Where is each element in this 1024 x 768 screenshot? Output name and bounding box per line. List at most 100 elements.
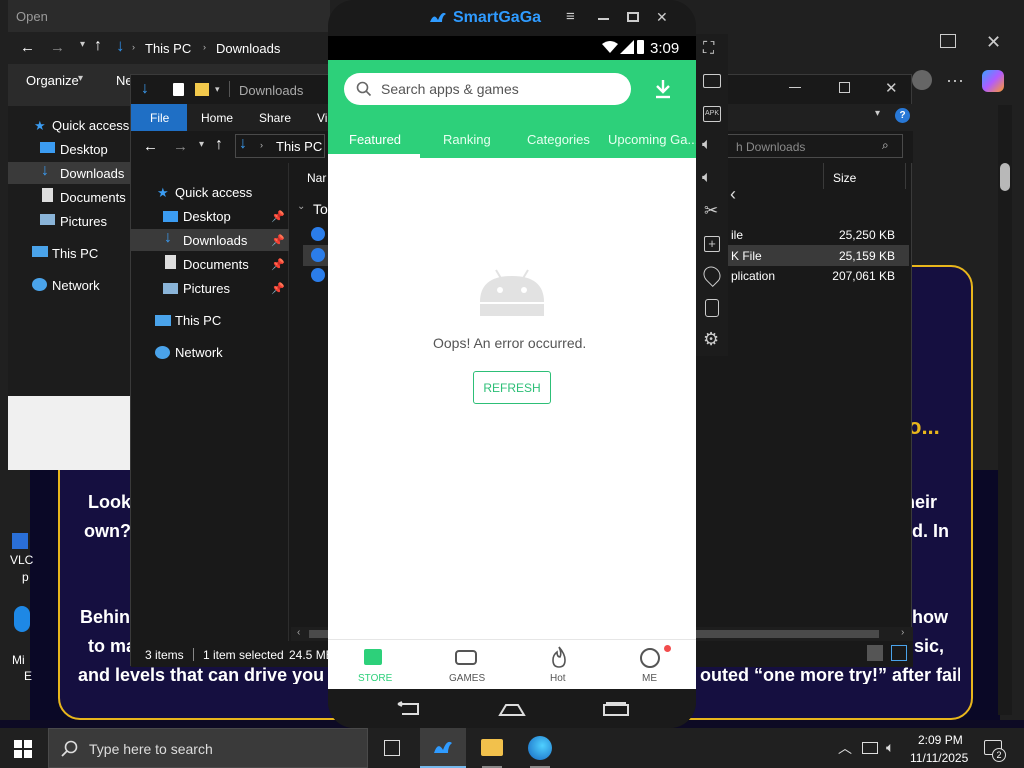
search-input[interactable]: Search apps & games <box>344 73 631 105</box>
tray-chevron-up-icon[interactable]: ︿ <box>838 738 852 758</box>
refresh-button[interactable]: REFRESH <box>473 371 551 404</box>
windows-start-icon[interactable] <box>14 740 32 758</box>
recents-icon[interactable] <box>602 702 630 716</box>
column-header-name[interactable]: Nar <box>307 172 326 184</box>
copilot-icon[interactable] <box>982 70 1004 92</box>
breadcrumb-downloads[interactable]: Downloads <box>216 42 280 55</box>
close-icon[interactable]: ✕ <box>656 9 668 26</box>
minimize-icon[interactable] <box>789 87 801 88</box>
vlc-shortcut-icon[interactable] <box>12 533 28 549</box>
screenshot-icon[interactable]: ✂ <box>704 201 718 221</box>
tab-featured[interactable]: Featured <box>349 133 401 146</box>
chevron-down-icon[interactable]: ▾ <box>875 108 880 119</box>
tab-categories[interactable]: Categories <box>527 133 590 146</box>
properties-icon[interactable] <box>173 83 184 96</box>
taskbar-search[interactable]: Type here to search <box>48 728 368 768</box>
nav-pictures[interactable]: Pictures <box>60 215 107 228</box>
nav-quick-access[interactable]: Quick access <box>52 119 129 132</box>
thumbnail-view-icon[interactable] <box>891 645 907 661</box>
nav-documents[interactable]: Documents <box>183 258 249 271</box>
back-icon[interactable]: ← <box>20 39 35 56</box>
forward-icon[interactable]: → <box>50 39 65 56</box>
back-icon[interactable]: ← <box>143 138 158 155</box>
chevron-down-icon[interactable]: ▾ <box>199 139 204 150</box>
settings-icon[interactable]: ⚙ <box>703 329 719 350</box>
up-icon[interactable]: ↑ <box>215 136 223 154</box>
nav-downloads[interactable]: Downloads <box>60 167 124 180</box>
file-size: 25,159 KB <box>838 249 895 263</box>
tab-share[interactable]: Share <box>259 112 291 124</box>
shake-icon[interactable] <box>705 299 719 317</box>
nav-network[interactable]: Network <box>175 346 223 359</box>
chevron-down-icon[interactable]: ▾ <box>215 84 220 95</box>
home-icon[interactable] <box>498 703 526 717</box>
chevron-down-icon[interactable]: ▾ <box>80 39 85 50</box>
file-size: 25,250 KB <box>838 228 895 242</box>
network-status-icon[interactable] <box>862 742 878 754</box>
taskbar-time[interactable]: 2:09 PM <box>918 734 963 746</box>
tab-file[interactable]: File <box>131 104 187 131</box>
help-icon[interactable]: ? <box>895 108 910 123</box>
nav-network[interactable]: Network <box>52 279 100 292</box>
file-icon <box>311 248 325 262</box>
nav-quick-access[interactable]: Quick access <box>175 186 252 199</box>
tab-upcoming[interactable]: Upcoming Ga... <box>608 133 698 146</box>
forward-icon[interactable]: → <box>173 138 188 155</box>
scroll-right-icon[interactable]: › <box>901 627 904 638</box>
nav-games[interactable]: GAMES <box>420 640 512 690</box>
chevron-down-icon[interactable]: ⌄ <box>297 201 305 212</box>
profile-icon[interactable] <box>912 70 932 90</box>
volume-up-icon[interactable]: 🔈︎ <box>702 136 712 154</box>
page-scrollbar[interactable] <box>998 105 1012 715</box>
volume-muted-icon[interactable]: 🔈︎ <box>886 739 894 756</box>
taskbar-date[interactable]: 11/11/2025 <box>910 752 968 764</box>
back-icon[interactable] <box>394 701 422 717</box>
file-explorer-icon[interactable] <box>481 739 503 756</box>
more-icon[interactable]: ··· <box>946 70 964 91</box>
nav-this-pc[interactable]: This PC <box>52 247 98 260</box>
tab-view[interactable]: Vi <box>317 112 327 124</box>
tab-ranking[interactable]: Ranking <box>443 133 491 146</box>
details-view-icon[interactable] <box>867 645 883 661</box>
new-folder-icon[interactable] <box>195 83 209 96</box>
add-icon[interactable]: + <box>704 236 720 252</box>
group-header[interactable]: To <box>313 202 328 216</box>
nav-desktop[interactable]: Desktop <box>60 143 108 156</box>
nav-me[interactable]: ME <box>604 640 696 690</box>
taskbar-smartgaga[interactable] <box>420 728 466 768</box>
scroll-left-icon[interactable]: ‹ <box>297 627 300 638</box>
search-input[interactable]: h Downloads ⌕ <box>727 134 903 158</box>
volume-down-icon[interactable]: 🔈︎ <box>702 169 712 187</box>
column-header-size[interactable]: Size <box>833 172 856 184</box>
fullscreen-icon[interactable]: ⛶ <box>703 40 714 58</box>
nav-desktop[interactable]: Desktop <box>183 210 231 223</box>
organize-button[interactable]: Organize <box>26 74 79 87</box>
nav-hot[interactable]: Hot <box>512 640 604 690</box>
apk-install-icon[interactable]: APK <box>703 106 721 122</box>
close-icon[interactable]: ✕ <box>885 79 898 97</box>
location-icon[interactable] <box>699 262 725 288</box>
nav-downloads[interactable]: Downloads <box>183 234 247 247</box>
breadcrumb-this-pc[interactable]: This PC <box>276 140 322 153</box>
edge-shortcut-icon[interactable] <box>14 606 30 632</box>
download-icon[interactable] <box>654 79 672 99</box>
menu-icon[interactable]: ≡ <box>566 8 575 25</box>
maximize-icon[interactable] <box>839 82 850 93</box>
up-icon[interactable]: ↑ <box>94 37 102 55</box>
collapse-toolbar-icon[interactable]: ‹ <box>730 184 736 205</box>
tab-home[interactable]: Home <box>201 112 233 124</box>
task-view-icon[interactable] <box>384 740 400 756</box>
scrollbar-thumb[interactable] <box>1000 163 1010 191</box>
keyboard-icon[interactable] <box>703 74 721 88</box>
nav-store[interactable]: STORE <box>328 640 420 690</box>
nav-pictures[interactable]: Pictures <box>183 282 230 295</box>
maximize-icon[interactable] <box>627 12 639 22</box>
close-icon[interactable]: ✕ <box>986 32 1001 53</box>
chevron-down-icon: ▾ <box>78 73 84 84</box>
breadcrumb-this-pc[interactable]: This PC <box>145 42 191 55</box>
edge-icon[interactable] <box>528 736 552 760</box>
nav-this-pc[interactable]: This PC <box>175 314 221 327</box>
nav-documents[interactable]: Documents <box>60 191 126 204</box>
maximize-icon[interactable] <box>940 34 956 48</box>
minimize-icon[interactable] <box>598 18 609 20</box>
